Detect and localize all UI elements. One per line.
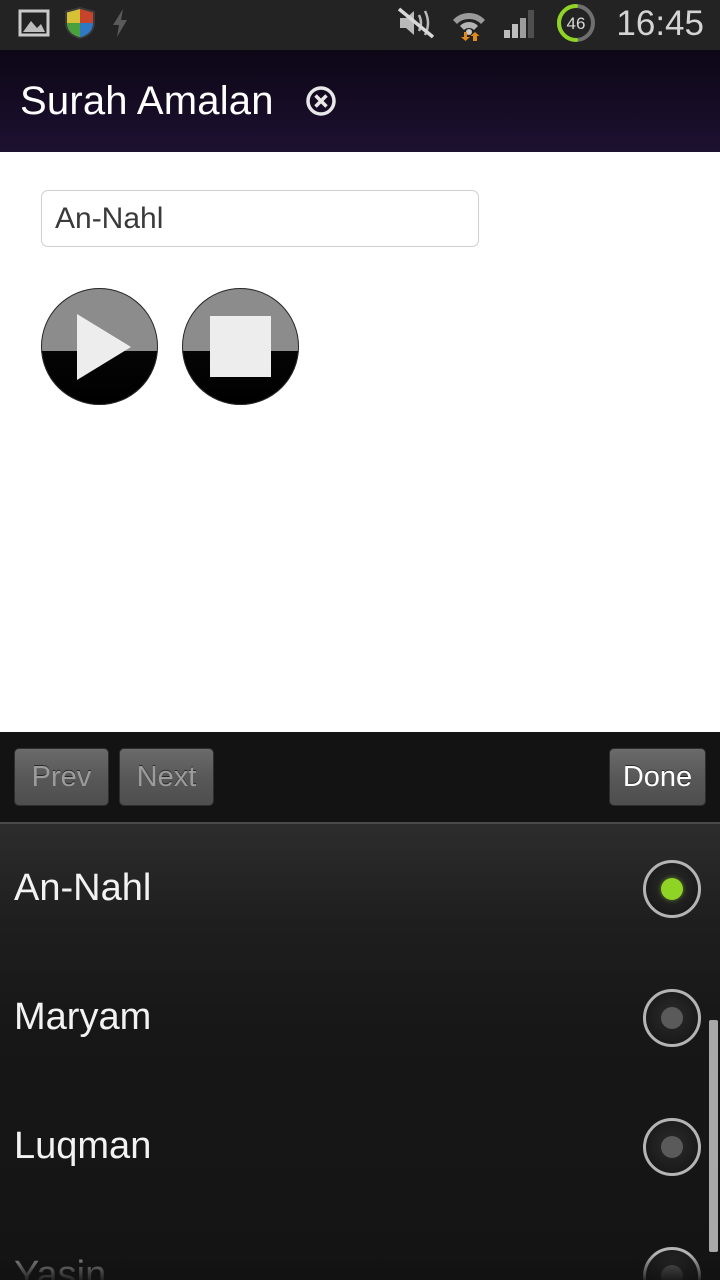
- page-title: Surah Amalan: [20, 78, 274, 123]
- next-button[interactable]: Next: [119, 748, 214, 806]
- radio-dot: [661, 1006, 683, 1029]
- play-button[interactable]: [41, 288, 158, 405]
- list-item-label: Yasin: [14, 1254, 107, 1280]
- radio-button-selected[interactable]: [643, 859, 701, 918]
- list-item[interactable]: An-Nahl: [0, 824, 720, 953]
- main-content: An-Nahl: [0, 152, 720, 732]
- picker-toolbar: Prev Next Done: [0, 732, 720, 822]
- wifi-icon: [449, 5, 489, 46]
- radio-dot: [661, 1264, 683, 1280]
- list-item[interactable]: Maryam: [0, 953, 720, 1082]
- title-bar: Surah Amalan: [0, 50, 720, 152]
- surah-picker-list[interactable]: An-Nahl Maryam Luqman Yasin: [0, 822, 720, 1280]
- status-bar-left-icons: [0, 6, 130, 45]
- stop-button[interactable]: [182, 288, 299, 405]
- play-icon: [77, 314, 131, 380]
- radio-button[interactable]: [643, 1117, 701, 1176]
- security-shield-icon: [64, 6, 96, 45]
- list-item-label: Maryam: [14, 996, 152, 1038]
- status-bar: 46 16:45: [0, 0, 720, 50]
- status-bar-clock: 16:45: [616, 4, 704, 43]
- battery-icon: 46: [555, 2, 597, 49]
- media-controls: [41, 288, 299, 405]
- list-item[interactable]: Yasin: [0, 1211, 720, 1280]
- phone-screen: 46 16:45 Surah Amalan An-Nahl Prev Next …: [0, 0, 720, 1280]
- list-scrollbar[interactable]: [709, 1020, 718, 1252]
- prev-button[interactable]: Prev: [14, 748, 109, 806]
- radio-button[interactable]: [643, 988, 701, 1047]
- gallery-icon: [18, 7, 50, 44]
- done-button[interactable]: Done: [609, 748, 706, 806]
- close-circle-icon[interactable]: [304, 84, 338, 118]
- flash-icon: [110, 8, 130, 43]
- radio-button[interactable]: [643, 1246, 701, 1280]
- mute-vibrate-icon: [396, 6, 436, 45]
- status-bar-right-icons: 46 16:45: [396, 2, 720, 49]
- stop-icon: [210, 316, 271, 377]
- radio-dot: [661, 877, 683, 900]
- list-item[interactable]: Luqman: [0, 1082, 720, 1211]
- surah-input-value: An-Nahl: [55, 201, 164, 235]
- battery-level-text: 46: [567, 14, 586, 33]
- surah-input[interactable]: An-Nahl: [41, 190, 479, 247]
- list-item-label: An-Nahl: [14, 867, 152, 909]
- list-item-label: Luqman: [14, 1125, 152, 1167]
- cellular-signal-icon: [502, 6, 542, 45]
- radio-dot: [661, 1135, 683, 1158]
